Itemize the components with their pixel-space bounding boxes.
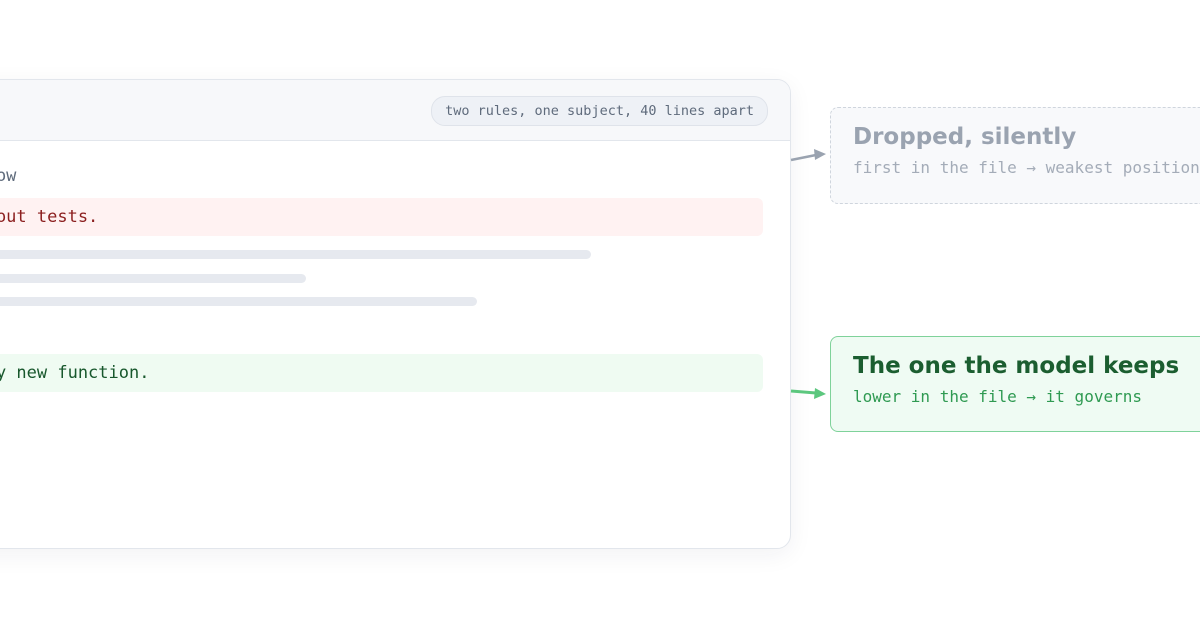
dropped-callout-subtitle: first in the file → weakest position	[853, 158, 1200, 177]
kept-arrow	[790, 388, 826, 399]
kept-callout-subtitle: lower in the file → it governs	[853, 387, 1142, 406]
kept-callout-title: The one the model keeps	[853, 353, 1180, 379]
kept-callout: The one the model keeps lower in the fil…	[830, 336, 1200, 432]
dropped-arrow	[790, 149, 826, 162]
dropped-callout-title: Dropped, silently	[853, 124, 1077, 150]
dropped-callout: Dropped, silently first in the file → we…	[830, 107, 1200, 204]
connector-arrows	[790, 149, 826, 399]
